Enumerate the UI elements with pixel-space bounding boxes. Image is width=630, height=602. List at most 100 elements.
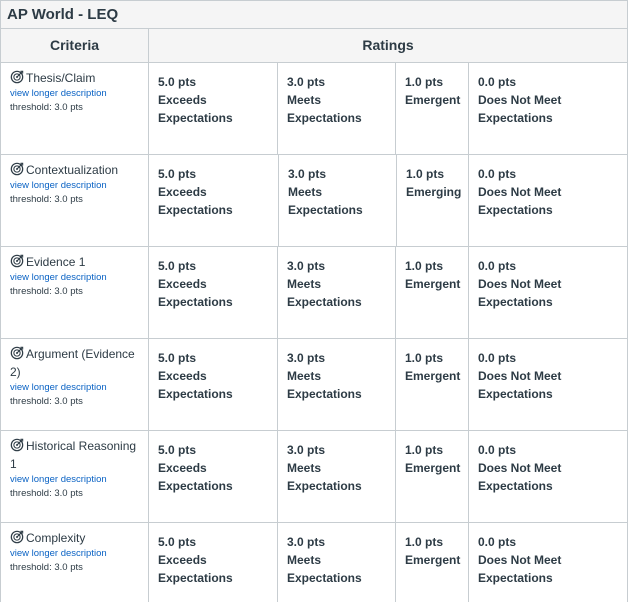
rating-description: Meets Expectations <box>288 185 363 217</box>
rating-cell[interactable]: 3.0 pts Meets Expectations <box>278 523 396 602</box>
threshold-text: threshold: 3.0 pts <box>10 286 83 297</box>
criterion-cell: Argument (Evidence 2) view longer descrip… <box>1 339 149 430</box>
rating-points: 0.0 pts <box>478 75 517 89</box>
rating-description: Does Not Meet Expectations <box>478 277 562 309</box>
criterion-row: Contextualization view longer description… <box>1 155 627 247</box>
rating-cell[interactable]: 5.0 pts Exceeds Expectations <box>149 63 278 154</box>
rating-points: 1.0 pts <box>405 443 444 457</box>
rating-cell[interactable]: 1.0 pts Emergent <box>396 339 469 430</box>
rating-cell[interactable]: 1.0 pts Emergent <box>396 523 469 602</box>
rating-cell[interactable]: 0.0 pts Does Not Meet Expectations <box>469 247 629 338</box>
criterion-name-text: Contextualization <box>26 163 119 177</box>
criterion-row: Thesis/Claim view longer description thres… <box>1 63 627 155</box>
rating-description: Meets Expectations <box>287 461 362 493</box>
rating-points: 5.0 pts <box>158 443 197 457</box>
criterion-name-text: Argument (Evidence 2) <box>10 347 135 379</box>
rating-description: Meets Expectations <box>287 553 362 585</box>
rating-points: 5.0 pts <box>158 351 197 365</box>
rating-description: Emerging <box>406 185 462 199</box>
rating-description: Exceeds Expectations <box>158 461 233 493</box>
rating-cell[interactable]: 5.0 pts Exceeds Expectations <box>149 339 278 430</box>
criterion-row: Evidence 1 view longer description thresho… <box>1 247 627 339</box>
rating-description: Emergent <box>405 553 461 567</box>
outcome-target-icon <box>10 438 24 452</box>
rating-points: 3.0 pts <box>288 167 327 181</box>
rating-description: Exceeds Expectations <box>158 93 233 125</box>
rating-cell[interactable]: 3.0 pts Meets Expectations <box>278 339 396 430</box>
criterion-name: Evidence 1 <box>10 253 144 271</box>
criterion-name: Thesis/Claim <box>10 69 144 87</box>
rubric-header-row: Criteria Ratings <box>1 29 627 63</box>
rating-description: Emergent <box>405 461 461 475</box>
rating-points: 3.0 pts <box>287 535 326 549</box>
rating-description: Meets Expectations <box>287 277 362 309</box>
criterion-row: Historical Reasoning 1 view longer descri… <box>1 431 627 523</box>
criterion-row: Complexity view longer description thresho… <box>1 523 627 602</box>
view-longer-description-link[interactable]: view longer description <box>10 87 144 101</box>
threshold-text: threshold: 3.0 pts <box>10 102 83 113</box>
rating-cell[interactable]: 5.0 pts Exceeds Expectations <box>149 155 279 246</box>
rating-cell[interactable]: 3.0 pts Meets Expectations <box>278 247 396 338</box>
rating-cell[interactable]: 0.0 pts Does Not Meet Expectations <box>469 523 629 602</box>
rating-description: Emergent <box>405 369 461 383</box>
rating-points: 0.0 pts <box>478 443 517 457</box>
rating-cell[interactable]: 3.0 pts Meets Expectations <box>279 155 397 246</box>
rating-description: Does Not Meet Expectations <box>478 461 562 493</box>
rating-cell[interactable]: 0.0 pts Does Not Meet Expectations <box>469 339 629 430</box>
view-longer-description-link[interactable]: view longer description <box>10 547 144 561</box>
criterion-name-text: Historical Reasoning 1 <box>10 439 137 471</box>
criterion-name-text: Thesis/Claim <box>26 71 96 85</box>
threshold-text: threshold: 3.0 pts <box>10 396 83 407</box>
outcome-target-icon <box>10 254 24 268</box>
outcome-target-icon <box>10 346 24 360</box>
rating-cell[interactable]: 1.0 pts Emerging <box>397 155 469 246</box>
rating-cell[interactable]: 1.0 pts Emergent <box>396 63 469 154</box>
rating-cell[interactable]: 0.0 pts Does Not Meet Expectations <box>469 431 629 522</box>
rating-description: Emergent <box>405 93 461 107</box>
rating-cell[interactable]: 3.0 pts Meets Expectations <box>278 63 396 154</box>
criteria-header: Criteria <box>1 29 149 62</box>
rating-cell[interactable]: 3.0 pts Meets Expectations <box>278 431 396 522</box>
criterion-cell: Historical Reasoning 1 view longer descri… <box>1 431 149 522</box>
rubric-title: AP World - LEQ <box>1 0 627 29</box>
rating-points: 1.0 pts <box>405 259 444 273</box>
rating-description: Meets Expectations <box>287 369 362 401</box>
outcome-target-icon <box>10 162 24 176</box>
rating-points: 0.0 pts <box>478 535 517 549</box>
rating-cell[interactable]: 5.0 pts Exceeds Expectations <box>149 431 278 522</box>
rubric-rows: Thesis/Claim view longer description thres… <box>1 63 627 602</box>
rating-description: Exceeds Expectations <box>158 277 233 309</box>
rating-cell[interactable]: 0.0 pts Does Not Meet Expectations <box>469 155 629 246</box>
rating-description: Does Not Meet Expectations <box>478 369 562 401</box>
rating-cell[interactable]: 1.0 pts Emergent <box>396 431 469 522</box>
rating-cell[interactable]: 5.0 pts Exceeds Expectations <box>149 523 278 602</box>
rating-points: 0.0 pts <box>478 259 517 273</box>
criterion-name: Contextualization <box>10 161 144 179</box>
rating-points: 5.0 pts <box>158 535 197 549</box>
rating-cell[interactable]: 1.0 pts Emergent <box>396 247 469 338</box>
rating-description: Does Not Meet Expectations <box>478 553 562 585</box>
view-longer-description-link[interactable]: view longer description <box>10 179 144 193</box>
rating-cell[interactable]: 5.0 pts Exceeds Expectations <box>149 247 278 338</box>
criterion-name-text: Complexity <box>26 531 86 545</box>
view-longer-description-link[interactable]: view longer description <box>10 271 144 285</box>
threshold-text: threshold: 3.0 pts <box>10 194 83 205</box>
rating-points: 1.0 pts <box>405 351 444 365</box>
rating-points: 5.0 pts <box>158 75 197 89</box>
criterion-name: Historical Reasoning 1 <box>10 437 144 473</box>
rating-points: 3.0 pts <box>287 351 326 365</box>
criterion-name: Argument (Evidence 2) <box>10 345 144 381</box>
threshold-text: threshold: 3.0 pts <box>10 488 83 499</box>
rating-points: 3.0 pts <box>287 443 326 457</box>
outcome-target-icon <box>10 70 24 84</box>
view-longer-description-link[interactable]: view longer description <box>10 473 144 487</box>
rating-points: 3.0 pts <box>287 75 326 89</box>
rating-points: 5.0 pts <box>158 259 197 273</box>
criterion-row: Argument (Evidence 2) view longer descrip… <box>1 339 627 431</box>
rating-points: 3.0 pts <box>287 259 326 273</box>
rating-description: Exceeds Expectations <box>158 553 233 585</box>
view-longer-description-link[interactable]: view longer description <box>10 381 144 395</box>
rating-description: Exceeds Expectations <box>158 369 233 401</box>
rating-cell[interactable]: 0.0 pts Does Not Meet Expectations <box>469 63 629 154</box>
criterion-cell: Thesis/Claim view longer description thres… <box>1 63 149 154</box>
